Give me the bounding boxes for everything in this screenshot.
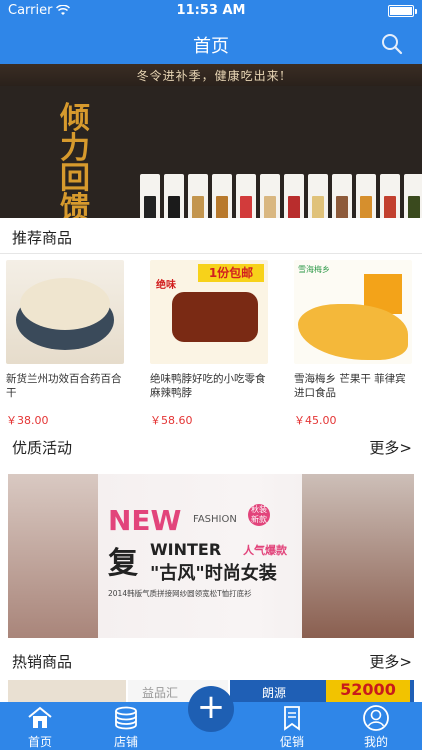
add-button[interactable]: + <box>188 686 234 732</box>
product-image: 雪海梅乡 <box>294 260 412 364</box>
banner-headline: 倾 力 回 馈 <box>60 101 90 219</box>
product-name: 雪海梅乡 芒果干 菲律宾进口食品 <box>294 373 406 399</box>
store-icon <box>115 706 137 730</box>
recommended-section-header: 推荐商品 <box>0 218 422 254</box>
user-icon <box>363 705 389 731</box>
tab-mine[interactable]: 我的 <box>346 702 406 750</box>
tab-store[interactable]: 店铺 <box>96 702 156 750</box>
hot-more-link[interactable]: 更多> <box>369 651 412 672</box>
product-card[interactable]: 新货兰州功效百合药百合干 ￥38.00 <box>6 260 128 428</box>
hot-section-header: 热销商品 更多> <box>0 642 422 678</box>
banner-slogan: 冬令进补季，健康吃出来! <box>136 69 286 83</box>
activity-section-header: 优质活动 更多> <box>0 428 422 464</box>
product-card[interactable]: 1份包邮 绝味 绝味鸭脖好吃的小吃零食麻辣鸭脖 ￥58.60 <box>150 260 272 428</box>
activity-title: 优质活动 <box>12 439 73 457</box>
promo-tag: 1份包邮 <box>198 264 264 282</box>
activity-more-link[interactable]: 更多> <box>369 437 412 458</box>
product-card[interactable]: 雪海梅乡 雪海梅乡 芒果干 菲律宾进口食品 ￥45.00 <box>294 260 416 428</box>
top-navigation-bar: Carrier 11:53 AM 首页 <box>0 0 422 64</box>
home-icon <box>28 706 52 728</box>
tab-home[interactable]: 首页 <box>10 702 70 750</box>
promo-banner[interactable]: 冬令进补季，健康吃出来! 倾 力 回 馈 <box>0 64 422 218</box>
brand-label: 绝味 <box>156 280 176 291</box>
product-name: 绝味鸭脖好吃的小吃零食麻辣鸭脖 <box>150 373 266 399</box>
product-image <box>6 260 124 364</box>
product-price: ￥58.60 <box>150 414 193 427</box>
tab-promotion[interactable]: 促销 <box>262 702 322 750</box>
hot-title: 热销商品 <box>12 653 73 671</box>
search-icon[interactable] <box>380 32 404 56</box>
product-price: ￥38.00 <box>6 414 49 427</box>
tab-label: 我的 <box>363 735 388 749</box>
recommended-products: 新货兰州功效百合药百合干 ￥38.00 1份包邮 绝味 绝味鸭脖好吃的小吃零食麻… <box>0 254 422 430</box>
bookmark-icon <box>284 706 300 731</box>
brand-label: 雪海梅乡 <box>298 265 330 274</box>
product-name: 新货兰州功效百合药百合干 <box>6 373 122 399</box>
page-title: 首页 <box>193 36 229 57</box>
product-image: 1份包邮 绝味 <box>150 260 268 364</box>
status-time: 11:53 AM <box>176 3 246 18</box>
battery-icon <box>388 5 417 17</box>
status-bar: Carrier 11:53 AM <box>0 0 422 22</box>
banner-product-packages <box>140 174 422 218</box>
recommended-title: 推荐商品 <box>12 229 73 247</box>
activity-banner[interactable]: NEW FASHION 秋装新款 复 WINTER 人气爆款 "古风"时尚女装 … <box>8 474 414 638</box>
product-price: ￥45.00 <box>294 414 337 427</box>
tab-label: 店铺 <box>113 735 138 749</box>
activity-banner-container: NEW FASHION 秋装新款 复 WINTER 人气爆款 "古风"时尚女装 … <box>0 462 422 642</box>
tab-label: 促销 <box>279 735 304 749</box>
tab-label: 首页 <box>27 735 52 749</box>
